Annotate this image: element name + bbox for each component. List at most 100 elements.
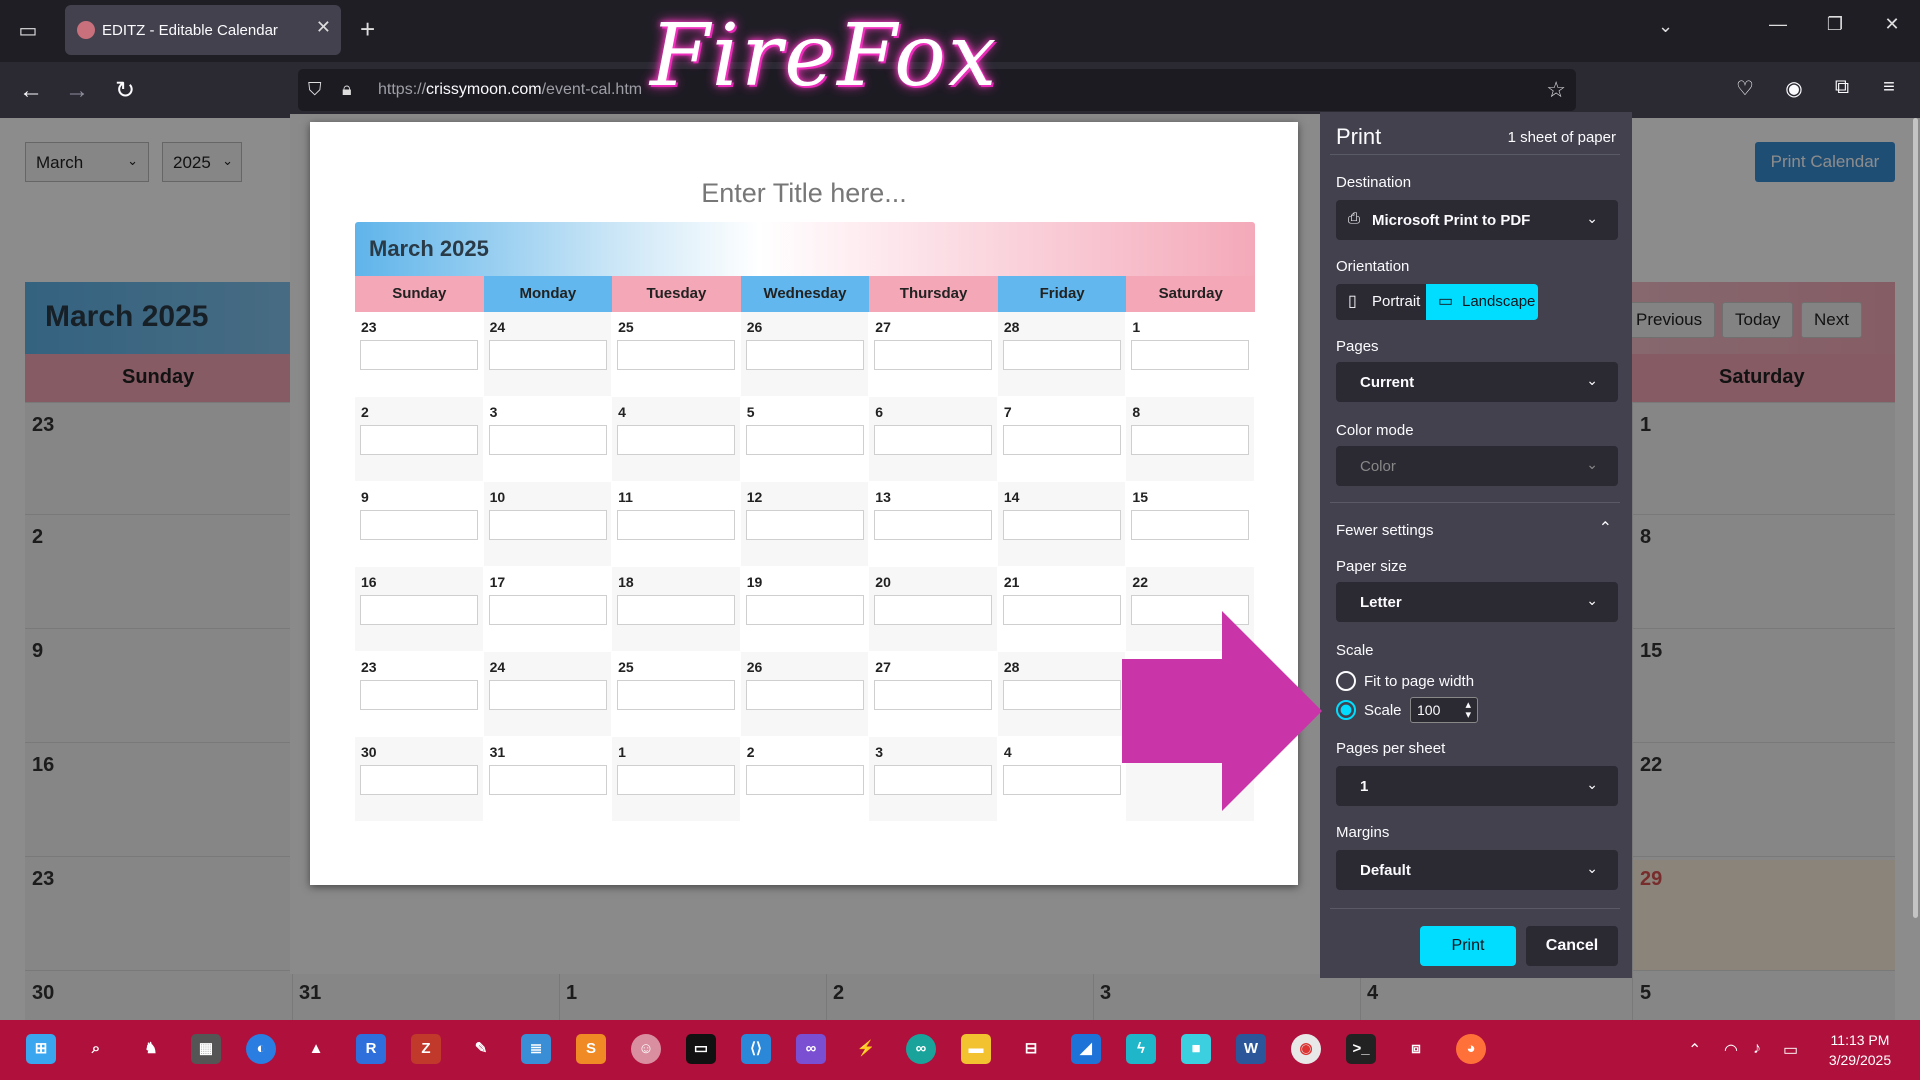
file-explorer-icon[interactable]: ▬: [961, 1034, 991, 1064]
cancel-button[interactable]: Cancel: [1526, 926, 1618, 966]
preview-event-input[interactable]: [874, 510, 993, 540]
close-window-icon[interactable]: ✕: [1872, 14, 1912, 35]
reload-icon[interactable]: ↻: [108, 74, 142, 108]
pocket-icon[interactable]: ♡: [1730, 76, 1760, 101]
powershell-icon[interactable]: >_: [1346, 1034, 1376, 1064]
visual-studio-icon[interactable]: ∞: [796, 1034, 826, 1064]
preview-event-input[interactable]: [1002, 680, 1121, 710]
preview-event-input[interactable]: [617, 340, 736, 370]
preview-event-input[interactable]: [745, 425, 864, 455]
spinner-icon[interactable]: ▴ ▾: [1465, 700, 1471, 721]
preview-event-input[interactable]: [360, 510, 478, 540]
chevron-up-icon[interactable]: ⌃: [1599, 518, 1612, 538]
preview-event-input[interactable]: [745, 510, 864, 540]
minimize-icon[interactable]: —: [1758, 14, 1798, 35]
llama-app-icon[interactable]: ♞: [136, 1034, 166, 1064]
tab-list-icon[interactable]: ▭: [12, 16, 44, 46]
preview-event-input[interactable]: [745, 765, 864, 795]
avatar-app-icon[interactable]: ☺: [631, 1034, 661, 1064]
preview-event-input[interactable]: [617, 595, 736, 625]
url-text[interactable]: https://crissymoon.com/event-cal.htm: [378, 81, 642, 99]
lightning-app-icon[interactable]: ⚡: [851, 1034, 881, 1064]
paper-size-select[interactable]: Letter ⌄: [1336, 582, 1618, 622]
cube-app-icon[interactable]: ■: [1181, 1034, 1211, 1064]
preview-event-input[interactable]: [745, 595, 864, 625]
preview-event-input[interactable]: [488, 510, 607, 540]
close-tab-icon[interactable]: ✕: [316, 17, 331, 38]
preview-event-input[interactable]: [488, 425, 607, 455]
lock-icon[interactable]: 🔒︎: [342, 79, 352, 100]
preview-event-input[interactable]: [360, 340, 478, 370]
word-icon[interactable]: W: [1236, 1034, 1266, 1064]
preview-event-input[interactable]: [360, 680, 478, 710]
paint-app-icon[interactable]: ✎: [466, 1034, 496, 1064]
account-icon[interactable]: ◉: [1779, 76, 1809, 101]
globe-app-icon[interactable]: ◐: [246, 1034, 276, 1064]
preview-event-input[interactable]: [1002, 425, 1121, 455]
chevron-up-icon[interactable]: ⌃: [1688, 1040, 1701, 1060]
preview-event-input[interactable]: [488, 340, 607, 370]
google-drive-icon[interactable]: ▲: [301, 1034, 331, 1064]
shield-icon[interactable]: ⛉: [308, 79, 322, 100]
landscape-button[interactable]: ▭ Landscape: [1426, 284, 1538, 320]
network-app-icon[interactable]: ⊟: [1016, 1034, 1046, 1064]
preview-event-input[interactable]: [874, 680, 993, 710]
scale-radio[interactable]: [1336, 700, 1356, 720]
portrait-button[interactable]: ▯ Portrait: [1336, 284, 1426, 320]
list-all-tabs-icon[interactable]: ⌄: [1658, 16, 1673, 37]
fit-to-width-option[interactable]: Fit to page width: [1320, 671, 1632, 693]
preview-event-input[interactable]: [360, 425, 478, 455]
calculator-icon[interactable]: ▦: [191, 1034, 221, 1064]
scale-option[interactable]: Scale 100 ▴ ▾: [1320, 697, 1632, 723]
preview-event-input[interactable]: [488, 595, 607, 625]
preview-event-input[interactable]: [1002, 340, 1121, 370]
print-button[interactable]: Print: [1420, 926, 1516, 966]
preview-event-input[interactable]: [1131, 340, 1250, 370]
preview-event-input[interactable]: [874, 340, 993, 370]
new-tab-icon[interactable]: +: [360, 14, 375, 45]
preview-event-input[interactable]: [1002, 595, 1121, 625]
restore-icon[interactable]: ❐: [1815, 14, 1855, 35]
pages-select[interactable]: Current ⌄: [1336, 362, 1618, 402]
chrome-icon[interactable]: ◉: [1291, 1034, 1321, 1064]
terminal-icon[interactable]: ▭: [686, 1034, 716, 1064]
bolt-app-icon[interactable]: ϟ: [1126, 1034, 1156, 1064]
preview-event-input[interactable]: [488, 680, 607, 710]
preview-event-input[interactable]: [1131, 425, 1250, 455]
preview-event-input[interactable]: [874, 765, 993, 795]
preview-event-input[interactable]: [874, 595, 993, 625]
vscode-icon[interactable]: ⟨⟩: [741, 1034, 771, 1064]
firefox-icon[interactable]: ◕: [1456, 1034, 1486, 1064]
filezilla-icon[interactable]: Z: [411, 1034, 441, 1064]
battery-icon[interactable]: ▭: [1783, 1040, 1798, 1060]
clock[interactable]: 11:13 PM 3/29/2025: [1810, 1030, 1910, 1070]
menu-icon[interactable]: ≡: [1874, 76, 1904, 99]
preview-event-input[interactable]: [617, 680, 736, 710]
bookmark-star-icon[interactable]: ☆: [1546, 77, 1566, 103]
fewer-settings-toggle[interactable]: Fewer settings: [1336, 522, 1434, 539]
active-tab[interactable]: EDITZ - Editable Calendar ✕: [65, 5, 341, 55]
preview-event-input[interactable]: [360, 765, 478, 795]
preview-event-input[interactable]: [745, 680, 864, 710]
shark-app-icon[interactable]: ◢: [1071, 1034, 1101, 1064]
preview-event-input[interactable]: [1002, 510, 1121, 540]
destination-select[interactable]: ⎙ Microsoft Print to PDF ⌄: [1336, 200, 1618, 240]
volume-icon[interactable]: ♪: [1753, 1040, 1761, 1058]
python-icon[interactable]: ⧈: [1401, 1034, 1431, 1064]
page-scrollbar[interactable]: [1913, 118, 1918, 918]
preview-event-input[interactable]: [488, 765, 607, 795]
preview-event-input[interactable]: [617, 425, 736, 455]
extensions-icon[interactable]: ⧉: [1827, 76, 1857, 99]
arduino-icon[interactable]: ∞: [906, 1034, 936, 1064]
preview-event-input[interactable]: [745, 340, 864, 370]
preview-event-input[interactable]: [874, 425, 993, 455]
sublime-text-icon[interactable]: S: [576, 1034, 606, 1064]
notepad-icon[interactable]: ≣: [521, 1034, 551, 1064]
color-mode-select[interactable]: Color ⌄: [1336, 446, 1618, 486]
preview-event-input[interactable]: [617, 765, 736, 795]
preview-event-input[interactable]: [1131, 510, 1250, 540]
fit-to-width-radio[interactable]: [1336, 671, 1356, 691]
start-icon[interactable]: ⊞: [26, 1034, 56, 1064]
pages-per-sheet-select[interactable]: 1 ⌄: [1336, 766, 1618, 806]
margins-select[interactable]: Default ⌄: [1336, 850, 1618, 890]
